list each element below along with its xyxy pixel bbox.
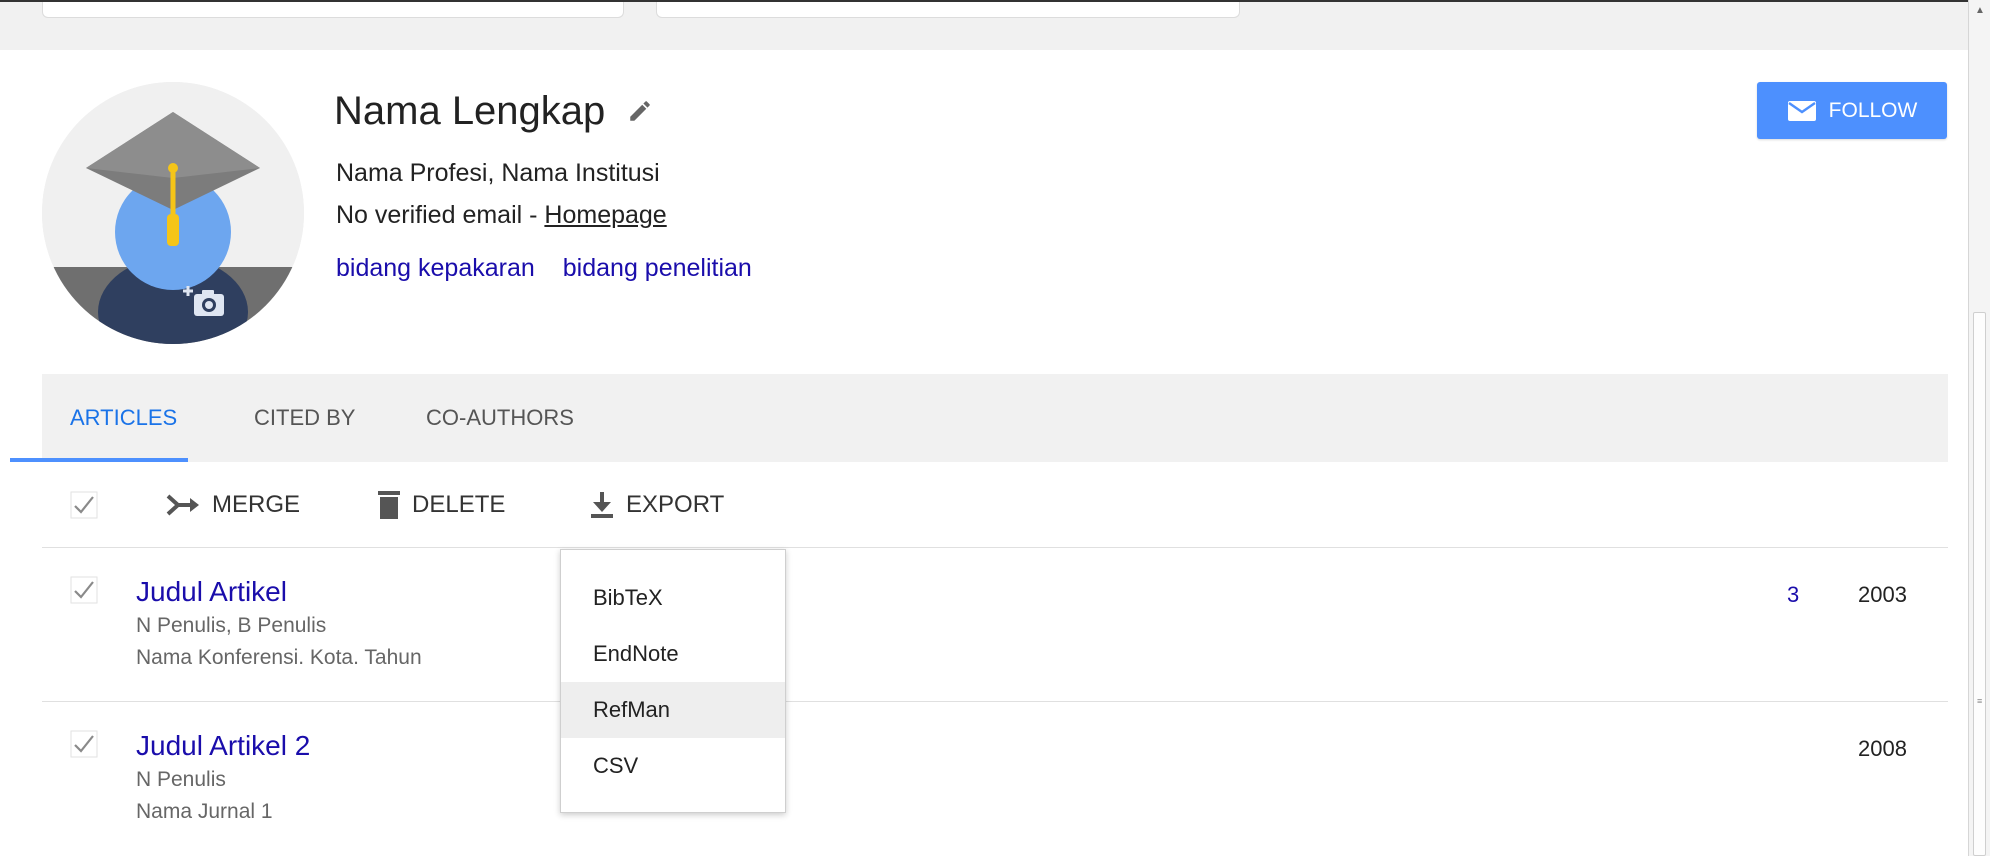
profile-avatar xyxy=(42,82,304,344)
top-card-right xyxy=(656,2,1240,18)
profile-name-row: Nama Lengkap xyxy=(334,86,653,136)
scrollbar-thumb[interactable]: ≡ xyxy=(1973,312,1986,856)
cited-by-count-link[interactable]: 3 xyxy=(1787,582,1799,608)
export-option-refman[interactable]: RefMan xyxy=(561,682,785,738)
scrollbar-grip-icon: ≡ xyxy=(1977,696,1983,706)
top-card-left xyxy=(42,2,624,18)
merge-label: MERGE xyxy=(212,491,301,518)
article-checkbox[interactable] xyxy=(70,576,98,609)
email-status-text: No verified email - xyxy=(336,201,545,229)
export-button[interactable]: EXPORT xyxy=(590,462,724,548)
table-row: Judul Artikel N Penulis, B Penulis Nama … xyxy=(42,548,1948,702)
homepage-link[interactable]: Homepage xyxy=(544,201,666,229)
merge-icon xyxy=(166,494,199,516)
profile-tabs: ARTICLES CITED BY CO-AUTHORS xyxy=(42,374,1948,462)
select-all-checkbox[interactable] xyxy=(70,462,110,548)
article-venue: Nama Jurnal 1 xyxy=(136,800,273,823)
export-option-endnote[interactable]: EndNote xyxy=(561,626,785,682)
merge-button[interactable]: MERGE xyxy=(166,462,300,548)
article-year: 2003 xyxy=(1858,582,1907,607)
scroll-up-arrow-icon[interactable]: ▲ xyxy=(1975,6,1985,16)
interest-link-research[interactable]: bidang penelitian xyxy=(563,254,752,282)
delete-button[interactable]: DELETE xyxy=(378,462,505,548)
article-title-link[interactable]: Judul Artikel xyxy=(136,576,287,608)
checkmark-icon xyxy=(70,576,98,604)
follow-label: FOLLOW xyxy=(1828,98,1918,122)
profile-affiliation: Nama Profesi, Nama Institusi xyxy=(336,159,660,187)
graduation-cap-avatar-icon xyxy=(42,82,304,344)
envelope-icon xyxy=(1787,100,1816,121)
profile-email-line: No verified email - Homepage xyxy=(336,200,667,230)
article-checkbox[interactable] xyxy=(70,730,98,763)
delete-label: DELETE xyxy=(412,491,506,518)
table-row: Judul Artikel 2 N Penulis Nama Jurnal 1 … xyxy=(42,702,1948,856)
tab-co-authors[interactable]: CO-AUTHORS xyxy=(426,374,574,462)
profile-name: Nama Lengkap xyxy=(334,89,606,133)
research-interests: bidang kepakaran bidang penelitian xyxy=(336,252,780,284)
follow-button[interactable]: FOLLOW xyxy=(1757,82,1947,139)
article-authors: N Penulis, B Penulis xyxy=(136,614,327,637)
tab-articles[interactable]: ARTICLES xyxy=(70,374,177,462)
trash-icon xyxy=(378,491,400,519)
articles-toolbar: MERGE DELETE EXPORT xyxy=(42,462,1948,548)
article-authors: N Penulis xyxy=(136,768,226,791)
export-option-csv[interactable]: CSV xyxy=(561,738,785,794)
pencil-edit-icon[interactable] xyxy=(627,98,653,124)
tab-cited-by[interactable]: CITED BY xyxy=(254,374,355,462)
vertical-scrollbar[interactable]: ▲ ≡ xyxy=(1968,0,1990,856)
export-option-bibtex[interactable]: BibTeX xyxy=(561,570,785,626)
export-dropdown-menu: BibTeX EndNote RefMan CSV xyxy=(560,549,786,813)
checkmark-icon xyxy=(70,730,98,758)
interest-link-expertise[interactable]: bidang kepakaran xyxy=(336,254,535,282)
add-photo-button[interactable] xyxy=(182,282,232,322)
article-venue: Nama Konferensi. Kota. Tahun xyxy=(136,646,422,669)
top-strip xyxy=(0,0,1968,50)
article-title-link[interactable]: Judul Artikel 2 xyxy=(136,730,310,762)
export-label: EXPORT xyxy=(626,491,725,518)
download-icon xyxy=(591,492,613,518)
add-camera-icon xyxy=(183,286,224,316)
article-year: 2008 xyxy=(1858,736,1907,761)
checkmark-icon xyxy=(70,491,98,519)
